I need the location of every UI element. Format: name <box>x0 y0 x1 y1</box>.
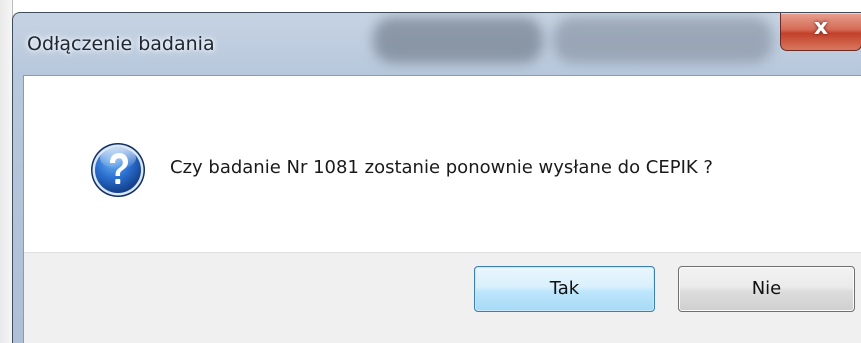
titlebar-glass-reflection <box>553 17 773 63</box>
title-bar[interactable]: Odłączenie badania x <box>13 13 861 77</box>
titlebar-glass-reflection <box>373 17 543 63</box>
close-button[interactable]: x <box>780 13 861 51</box>
yes-button-label: Tak <box>549 278 580 299</box>
no-button-label: Nie <box>751 278 782 299</box>
window-title: Odłączenie badania <box>27 33 215 55</box>
dialog-message: Czy badanie Nr 1081 zostanie ponownie wy… <box>170 157 713 178</box>
screen: Odłączenie badania x Czy badanie Nr 1081… <box>0 0 861 343</box>
message-area: Czy badanie Nr 1081 zostanie ponownie wy… <box>24 76 861 252</box>
question-icon <box>91 143 145 197</box>
close-icon: x <box>813 15 829 40</box>
no-button[interactable]: Nie <box>678 266 855 312</box>
yes-button[interactable]: Tak <box>474 266 655 312</box>
